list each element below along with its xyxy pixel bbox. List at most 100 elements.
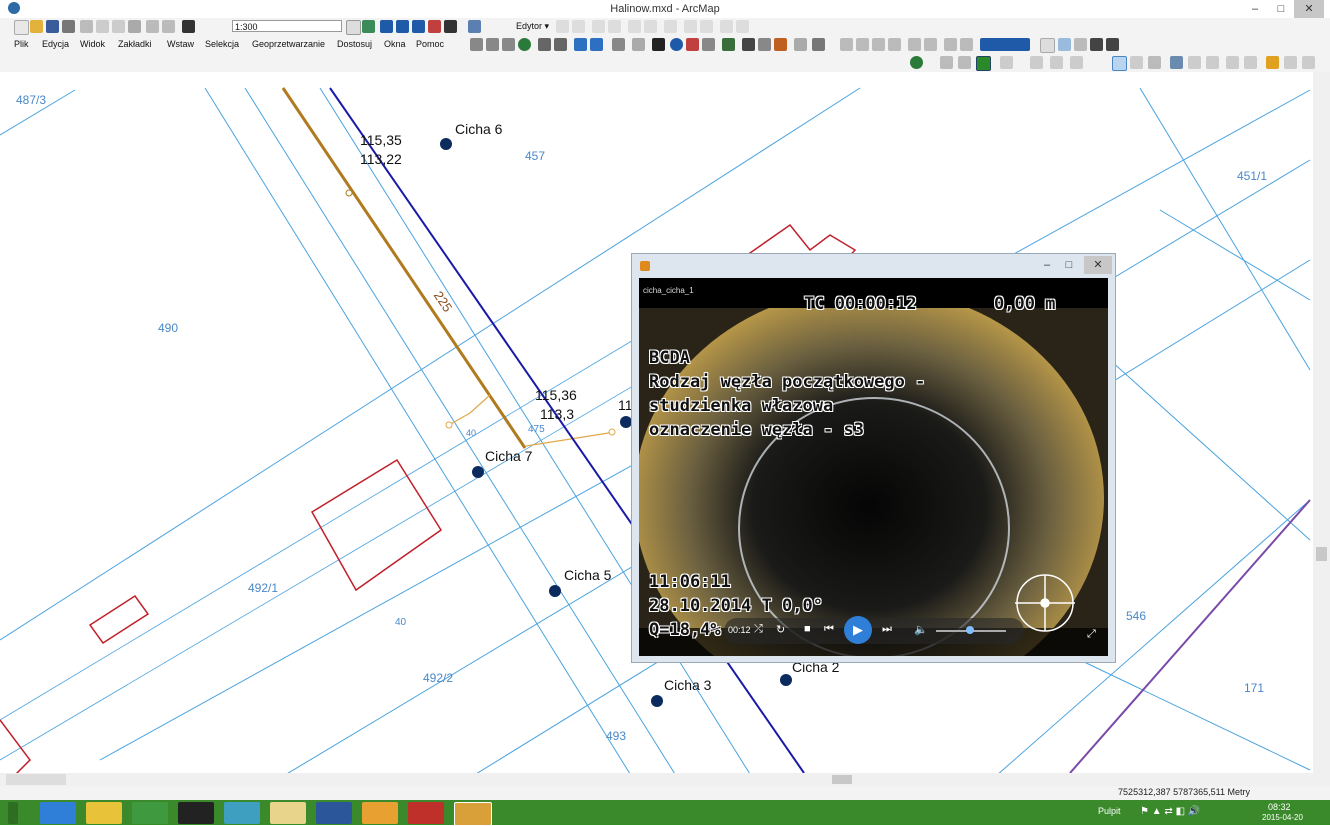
video-close-button[interactable]: ✕ [1084, 256, 1112, 274]
previous-icon[interactable]: ⏮ [824, 623, 834, 636]
flag-icon[interactable]: ⚑ ▲ ⇄ ◧ 🔊 [1140, 806, 1200, 817]
auto-adjust-icon[interactable] [1170, 56, 1183, 69]
hyperlink-icon[interactable] [686, 38, 699, 51]
point-marker-cicha-7[interactable] [472, 466, 484, 478]
georeference-tools-icon[interactable] [840, 38, 853, 51]
point-marker-cicha-6[interactable] [440, 138, 452, 150]
flip-icon[interactable] [1206, 56, 1219, 69]
straight-segment-icon[interactable] [592, 20, 605, 33]
editor-toolbar-icon[interactable] [362, 20, 375, 33]
fullscreen-icon[interactable]: ⤢ [1087, 628, 1096, 641]
layout-view-icon[interactable] [960, 38, 973, 51]
volume-icon[interactable]: 🔈 [914, 623, 928, 636]
view-link-icon[interactable] [1148, 56, 1161, 69]
video-player-window[interactable]: – □ ✕ cicha_cicha_1 TC 00:00:12 0,00 m B… [631, 253, 1116, 663]
video-maximize-button[interactable]: □ [1058, 256, 1080, 274]
fixed-zoom-out-icon[interactable] [554, 38, 567, 51]
scale-dropdown-icon[interactable] [346, 20, 361, 35]
cut-icon[interactable] [80, 20, 93, 33]
save-icon[interactable] [46, 20, 59, 33]
layer-icon[interactable] [958, 56, 971, 69]
split-tool-icon[interactable] [644, 20, 657, 33]
print-icon[interactable] [62, 20, 75, 33]
snapping-icon[interactable] [872, 38, 885, 51]
find-route-icon[interactable] [758, 38, 771, 51]
view-switch-icons[interactable] [6, 774, 66, 785]
stop-icon[interactable]: ■ [804, 623, 811, 635]
clock-date[interactable]: 2015-04-20 [1262, 813, 1303, 822]
identify-icon[interactable] [670, 38, 683, 51]
menu-dostosuj[interactable]: Dostosuj [337, 39, 372, 49]
fill-color-swatch[interactable] [980, 38, 1030, 51]
repeat-icon[interactable]: ↻ [776, 623, 785, 636]
zoom-in-icon[interactable] [470, 38, 483, 51]
arcmap-taskbar-icon[interactable] [224, 802, 260, 824]
vertical-scrollbar[interactable] [1313, 72, 1330, 773]
fixed-zoom-in-icon[interactable] [538, 38, 551, 51]
media-player-taskbar-icon[interactable] [454, 802, 492, 826]
volume-slider-thumb[interactable] [966, 626, 974, 634]
menu-selekcja[interactable]: Selekcja [205, 39, 239, 49]
menu-okna[interactable]: Okna [384, 39, 406, 49]
model-builder-icon[interactable] [468, 20, 481, 33]
menu-pomoc[interactable]: Pomoc [416, 39, 444, 49]
shuffle-icon[interactable]: ⤮ [754, 623, 763, 636]
forward-extent-icon[interactable] [590, 38, 603, 51]
attributes-icon[interactable] [684, 20, 697, 33]
sketch-tool-icon[interactable] [572, 20, 585, 33]
vertex-tool-icon[interactable] [1030, 56, 1043, 69]
menu-wstaw[interactable]: Wstaw [167, 39, 194, 49]
table-tool-icon[interactable] [908, 38, 921, 51]
next-icon[interactable]: ⏭ [882, 623, 892, 636]
select-tool-icon[interactable] [1112, 56, 1127, 71]
report-tool-icon[interactable] [944, 38, 957, 51]
find-icon[interactable] [742, 38, 755, 51]
zoom-out-icon[interactable] [486, 38, 499, 51]
play-button[interactable]: ▶ [844, 616, 872, 644]
files-icon[interactable] [270, 802, 306, 824]
pan-icon[interactable] [502, 38, 515, 51]
back-extent-icon[interactable] [574, 38, 587, 51]
redo-edit-icon[interactable] [1244, 56, 1257, 69]
rotate-tool-icon[interactable] [664, 20, 677, 33]
layout-tools-icon[interactable] [856, 38, 869, 51]
curve-tool-icon[interactable] [1000, 56, 1013, 69]
close-button[interactable]: ✕ [1294, 0, 1324, 18]
link-table-icon[interactable] [1130, 56, 1143, 69]
menu-geoprzetwarzanie[interactable]: Geoprzetwarzanie [252, 39, 325, 49]
undo-icon[interactable] [146, 20, 159, 33]
arctoolbox-icon[interactable] [428, 20, 441, 33]
add-xy-icon[interactable] [1284, 56, 1297, 69]
label-manager-icon[interactable] [1106, 38, 1119, 51]
catalog-icon[interactable] [396, 20, 409, 33]
rotate-icon[interactable] [1070, 56, 1083, 69]
redo-icon[interactable] [162, 20, 175, 33]
new-document-icon[interactable] [14, 20, 29, 35]
copy-icon[interactable] [96, 20, 109, 33]
delete-vertex-icon[interactable] [1050, 56, 1063, 69]
pencil-icon[interactable] [940, 56, 953, 69]
maximize-button[interactable]: □ [1266, 0, 1296, 18]
select-features-icon[interactable] [612, 38, 625, 51]
internet-explorer-icon[interactable] [40, 802, 76, 824]
recorder-icon[interactable] [178, 802, 214, 824]
vertical-scroll-thumb[interactable] [1316, 547, 1327, 561]
pdf-icon[interactable] [408, 802, 444, 824]
horizontal-scroll-thumb[interactable] [832, 775, 852, 784]
measure-tool-icon[interactable] [1188, 56, 1201, 69]
layer-properties-icon[interactable] [1266, 56, 1279, 69]
horizontal-scrollbar[interactable] [0, 773, 1330, 786]
graph-tool-icon[interactable] [924, 38, 937, 51]
go-to-xy-icon[interactable] [774, 38, 787, 51]
more-options-icon[interactable] [1302, 56, 1315, 69]
menu-widok[interactable]: Widok [80, 39, 105, 49]
chrome-icon[interactable] [362, 802, 398, 824]
trace-icon[interactable] [628, 20, 641, 33]
menu-zakladki[interactable]: Zakładki [118, 39, 152, 49]
menu-edycja[interactable]: Edycja [42, 39, 69, 49]
end-point-arc-icon[interactable] [608, 20, 621, 33]
georeferencing-icon[interactable] [910, 56, 923, 69]
edit-tool-icon[interactable] [556, 20, 569, 33]
topology-icon[interactable] [888, 38, 901, 51]
video-minimize-button[interactable]: – [1036, 256, 1058, 274]
